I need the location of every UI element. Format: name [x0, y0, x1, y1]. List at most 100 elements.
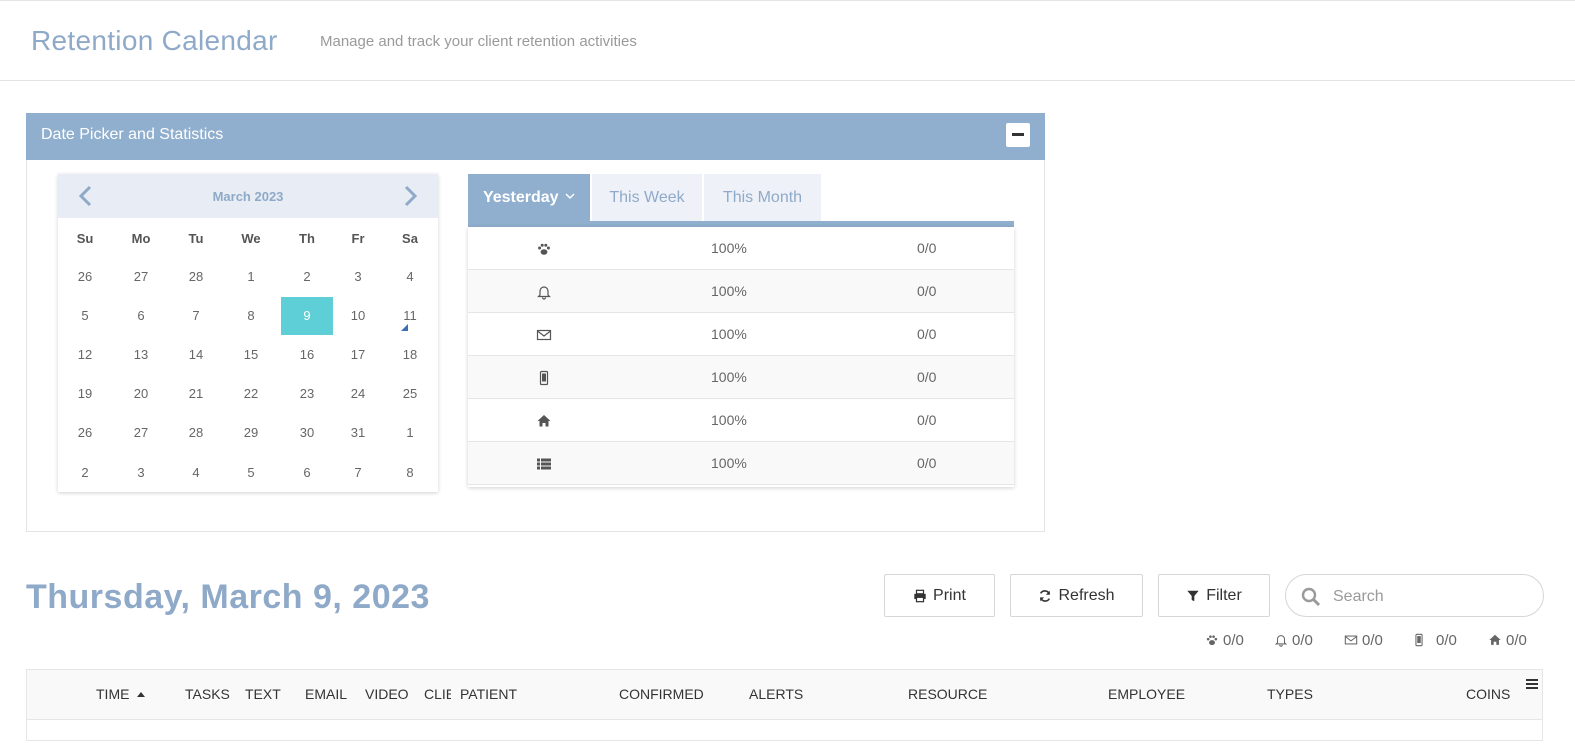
- tab-this-month[interactable]: This Month: [704, 174, 821, 221]
- column-header-coins[interactable]: COINS: [1466, 686, 1510, 702]
- calendar-day[interactable]: 25: [384, 375, 436, 413]
- filter-button[interactable]: Filter: [1158, 574, 1270, 617]
- calendar-day[interactable]: 7: [170, 297, 222, 335]
- column-header-time[interactable]: TIME: [96, 686, 146, 702]
- calendar-day[interactable]: 1: [384, 414, 436, 452]
- calendar-day[interactable]: 14: [170, 336, 222, 374]
- column-header-resource[interactable]: RESOURCE: [908, 686, 987, 702]
- page-header: Retention Calendar Manage and track your…: [0, 1, 1575, 81]
- calendar-day[interactable]: 27: [115, 258, 167, 296]
- calendar-day[interactable]: 11: [384, 297, 436, 335]
- tab-this-week[interactable]: This Week: [592, 174, 702, 221]
- column-header-patient[interactable]: PATIENT: [460, 686, 517, 702]
- calendar-day[interactable]: 4: [384, 258, 436, 296]
- calendar-day[interactable]: 4: [170, 454, 222, 492]
- stats-percent: 100%: [711, 369, 747, 385]
- home-icon: [536, 413, 552, 429]
- calendar-day[interactable]: 20: [115, 375, 167, 413]
- appointments-grid: TIME TASKS TEXT EMAIL VIDEO CLIE PATIENT…: [26, 669, 1543, 741]
- calendar-day[interactable]: 29: [225, 414, 277, 452]
- chevron-right-icon[interactable]: [396, 182, 424, 210]
- calendar-day[interactable]: 23: [281, 375, 333, 413]
- page-title: Retention Calendar: [31, 25, 278, 56]
- calendar-header: March 2023: [58, 174, 438, 218]
- column-header-client[interactable]: CLIE: [424, 686, 451, 702]
- summary-value: 0/0: [1436, 631, 1457, 649]
- statistics: Yesterday This Week This Month 100% 0/0: [468, 174, 1014, 487]
- column-menu-icon[interactable]: [1526, 676, 1538, 689]
- calendar-day[interactable]: 8: [384, 454, 436, 492]
- refresh-icon: [1040, 589, 1051, 602]
- weekday-label: Th: [299, 231, 315, 246]
- print-button[interactable]: Print: [884, 574, 995, 617]
- summary-paw: 0/0: [1205, 631, 1244, 649]
- calendar-day[interactable]: 19: [59, 375, 111, 413]
- bell-icon: [536, 284, 552, 300]
- summary-bell: 0/0: [1274, 631, 1313, 649]
- calendar-day[interactable]: 24: [332, 375, 384, 413]
- calendar-day[interactable]: 1: [225, 258, 277, 296]
- calendar-day[interactable]: 12: [59, 336, 111, 374]
- stats-row: 100% 0/0: [468, 442, 1014, 485]
- calendar-day[interactable]: 27: [115, 414, 167, 452]
- calendar-day[interactable]: 13: [115, 336, 167, 374]
- stats-count: 0/0: [917, 369, 937, 385]
- column-header-confirmed[interactable]: CONFIRMED: [619, 686, 704, 702]
- calendar-day[interactable]: 21: [170, 375, 222, 413]
- weekday-label: Fr: [351, 231, 365, 246]
- refresh-button[interactable]: Refresh: [1010, 574, 1143, 617]
- event-marker-icon: [401, 324, 408, 331]
- print-label: Print: [933, 586, 966, 604]
- grid-header: TIME TASKS TEXT EMAIL VIDEO CLIE PATIENT…: [27, 670, 1542, 720]
- column-header-tasks[interactable]: TASKS: [185, 686, 230, 702]
- calendar-day[interactable]: 3: [332, 258, 384, 296]
- calendar-day[interactable]: 6: [281, 454, 333, 492]
- calendar-day[interactable]: 31: [332, 414, 384, 452]
- calendar-day[interactable]: 28: [170, 258, 222, 296]
- calendar-day[interactable]: 2: [281, 258, 333, 296]
- summary-value: 0/0: [1506, 631, 1527, 649]
- calendar-day[interactable]: 10: [332, 297, 384, 335]
- weekday-label: Su: [76, 231, 94, 246]
- calendar-day[interactable]: 17: [332, 336, 384, 374]
- calendar-day[interactable]: 9: [281, 297, 333, 335]
- tab-yesterday[interactable]: Yesterday: [468, 174, 590, 221]
- calendar-day[interactable]: 3: [115, 454, 167, 492]
- search-input[interactable]: [1331, 583, 1535, 611]
- column-header-types[interactable]: TYPES: [1267, 686, 1313, 702]
- stats-percent: 100%: [711, 283, 747, 299]
- summary-value: 0/0: [1362, 631, 1383, 649]
- column-header-video[interactable]: VIDEO: [365, 686, 409, 702]
- calendar-day[interactable]: 5: [225, 454, 277, 492]
- column-header-email[interactable]: EMAIL: [305, 686, 347, 702]
- calendar-day[interactable]: 18: [384, 336, 436, 374]
- collapse-button[interactable]: [1006, 123, 1030, 147]
- stats-count: 0/0: [917, 412, 937, 428]
- calendar-day[interactable]: 15: [225, 336, 277, 374]
- calendar-day[interactable]: 30: [281, 414, 333, 452]
- refresh-label: Refresh: [1058, 586, 1115, 604]
- calendar-day[interactable]: 28: [170, 414, 222, 452]
- calendar-day[interactable]: 8: [225, 297, 277, 335]
- stats-percent: 100%: [711, 412, 747, 428]
- mobile-icon: [1415, 633, 1423, 647]
- calendar-day[interactable]: 7: [332, 454, 384, 492]
- weekday-label: Tu: [188, 231, 204, 246]
- column-header-employee[interactable]: EMPLOYEE: [1108, 686, 1185, 702]
- calendar-day[interactable]: 26: [59, 414, 111, 452]
- calendar-day[interactable]: 22: [225, 375, 277, 413]
- calendar-day[interactable]: 6: [115, 297, 167, 335]
- calendar-day[interactable]: 26: [59, 258, 111, 296]
- search-box: [1285, 574, 1544, 617]
- summary-mobile: 0/0: [1412, 631, 1457, 649]
- calendar: March 2023 Su Mo Tu We Th Fr Sa 26 27 28 1 2 3 4 5 6 7 8 9…: [58, 174, 438, 492]
- print-icon: [914, 589, 926, 602]
- paw-icon: [1206, 635, 1218, 646]
- column-header-text[interactable]: TEXT: [245, 686, 281, 702]
- filter-icon: [1187, 590, 1199, 601]
- calendar-day[interactable]: 16: [281, 336, 333, 374]
- calendar-day[interactable]: 2: [59, 454, 111, 492]
- panel-title: Date Picker and Statistics: [41, 126, 224, 143]
- column-header-alerts[interactable]: ALERTS: [749, 686, 803, 702]
- calendar-day[interactable]: 5: [59, 297, 111, 335]
